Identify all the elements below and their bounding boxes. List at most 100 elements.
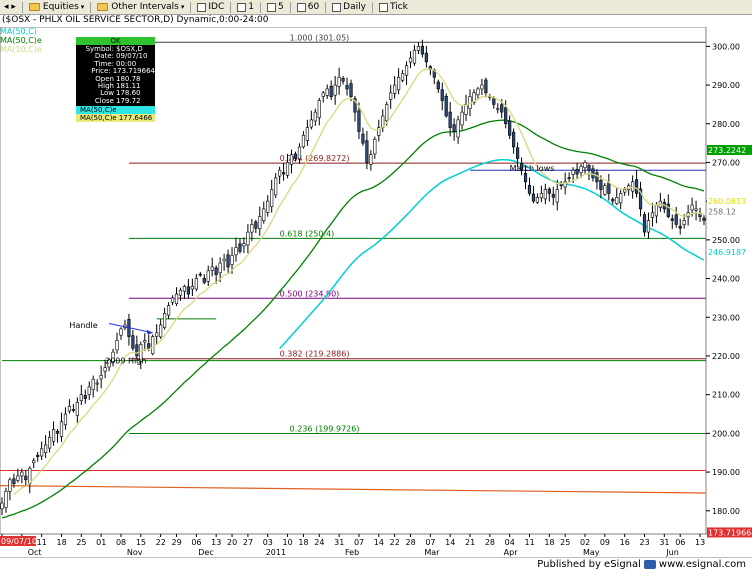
x-tick-label: 31 [334, 538, 344, 547]
toolbar-daily-button[interactable]: Daily [328, 0, 370, 14]
candle [416, 46, 421, 51]
x-tick-label: 24 [314, 538, 324, 547]
y-tick-label: 300.00 [712, 42, 740, 51]
candle [400, 73, 405, 81]
candle [567, 177, 571, 179]
toolbar-1-button[interactable]: 1 [233, 0, 258, 14]
x-tick-label: 25 [76, 538, 86, 547]
x-tick-label: 06 [191, 538, 201, 547]
candle [634, 179, 639, 194]
candle [535, 196, 540, 203]
fib-level-label: 1.000 (301.05) [290, 33, 350, 42]
x-tick-label: 14 [374, 538, 384, 547]
candle [20, 471, 24, 477]
toolbar-separator [289, 1, 291, 13]
candle [623, 189, 627, 193]
chevron-down-icon: ▾ [80, 3, 85, 11]
candle [412, 49, 417, 64]
interval-box-icon [197, 2, 207, 12]
status-footer: Published by eSignal www.esignal.com [0, 557, 752, 573]
data-window-ma1: MA(50,C)e [76, 106, 155, 115]
candle [194, 278, 198, 290]
candle [404, 65, 409, 76]
candle [595, 172, 599, 183]
x-tick-label: 13 [695, 538, 705, 547]
month-label: Jun [665, 548, 679, 557]
month-label: Dec [198, 548, 213, 557]
candle [591, 168, 595, 179]
candle [654, 204, 659, 217]
candle [163, 313, 167, 328]
toolbar-5-button[interactable]: 5 [263, 0, 288, 14]
candle [274, 177, 278, 196]
toolbar-separator [259, 1, 261, 13]
candle [135, 344, 139, 357]
candle [170, 297, 175, 303]
candle [492, 98, 496, 105]
candle [166, 305, 171, 316]
candle [365, 140, 369, 163]
x-tick-label: 27 [243, 538, 253, 547]
candle [523, 173, 528, 183]
toolbar-equities-button[interactable]: Equities ▾ [25, 0, 88, 14]
folder-icon [97, 3, 109, 11]
y-tick-label: 240.00 [712, 275, 740, 284]
candle [321, 92, 325, 97]
candle [301, 135, 306, 148]
candle [143, 340, 147, 343]
fib-level-label: 0.236 (199.9726) [290, 424, 360, 433]
toolbar-60-button[interactable]: 60 [293, 0, 323, 14]
candle [103, 367, 107, 372]
x-tick-label: 14 [445, 538, 455, 547]
toolbar-separator [325, 1, 327, 13]
toolbar-separator [90, 1, 92, 13]
candle [694, 208, 698, 211]
legend-entry: MA(10,C)e [0, 45, 42, 54]
x-tick-label: 11 [524, 538, 534, 547]
interval-box-icon [378, 2, 388, 12]
candle [174, 293, 179, 305]
candle [341, 78, 345, 82]
toolbar-nav-icon[interactable]: ◂ ▸ [0, 0, 20, 14]
candle [682, 220, 686, 225]
candle [527, 184, 532, 194]
toolbar: ◂ ▸ Equities ▾ Other Intervals ▾ IDC 1 5 60 Daily… [0, 0, 752, 15]
candle [587, 165, 591, 171]
toolbar-idc-button[interactable]: IDC [193, 0, 228, 14]
y-tick-label: 190.00 [712, 468, 740, 477]
candle [452, 124, 456, 132]
candle [16, 475, 20, 481]
x-tick-label: 06 [675, 538, 685, 547]
candle [297, 146, 302, 160]
y-tick-label: 250.00 [712, 236, 740, 245]
x-tick-label: 28 [406, 538, 416, 547]
price-tag-label: 258.12 [708, 208, 736, 217]
data-window-value: 179.72 [116, 96, 141, 105]
candle [281, 172, 286, 175]
chart-annotation: Handle [69, 321, 97, 330]
candle [8, 479, 12, 492]
candle [480, 84, 484, 90]
month-label: Feb [345, 548, 359, 557]
candle [325, 88, 329, 96]
data-window[interactable]: OK Symbol: $OSX,D Date: 09/07/10 Time: 00:00 P… [76, 37, 155, 123]
chevron-down-icon: ▾ [180, 3, 185, 11]
toolbar-other-intervals-button[interactable]: Other Intervals ▾ [93, 0, 188, 14]
toolbar-tick-button[interactable]: Tick [375, 0, 412, 14]
candle [436, 81, 440, 90]
candle [226, 254, 230, 268]
x-tick-label: 13 [211, 538, 221, 547]
month-label: Oct [28, 548, 42, 557]
candle [484, 79, 488, 94]
candle [55, 430, 60, 434]
candle [512, 131, 516, 148]
published-label: Published by eSignal [537, 559, 641, 570]
y-tick-label: 290.00 [712, 81, 740, 90]
candle [230, 255, 234, 265]
candle [500, 104, 504, 113]
candle [159, 324, 163, 338]
indicator-legend: MA(50,C) MA(50,C)e MA(10,C)e [0, 27, 42, 54]
candle [547, 188, 551, 194]
candle [504, 107, 508, 125]
y-tick-label: 200.00 [712, 429, 740, 438]
